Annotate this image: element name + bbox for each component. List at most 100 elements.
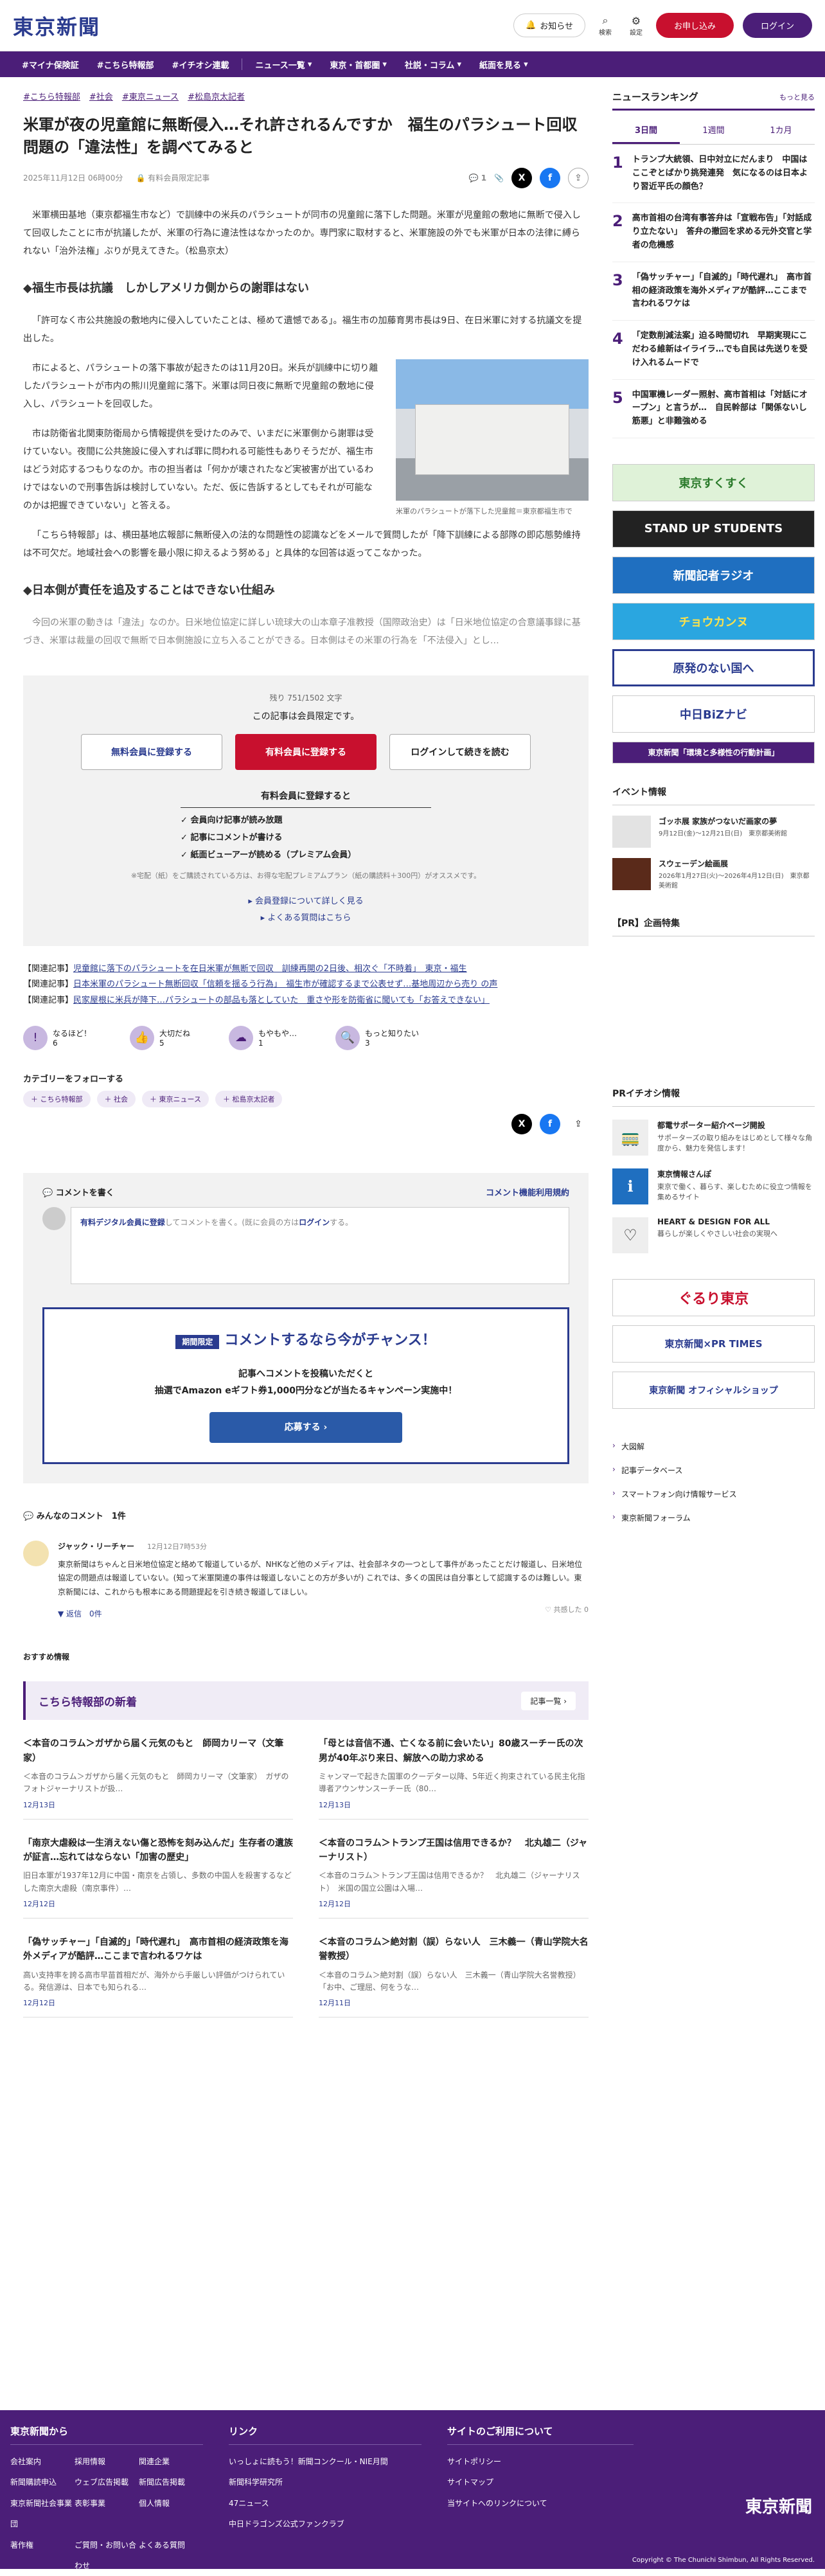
footer-link[interactable]: 新聞購読申込: [10, 2472, 75, 2492]
related-link[interactable]: 民家屋根に米兵が降下…パラシュートの部品も落としていた 重さや形を防衛省に聞いて…: [73, 996, 490, 1005]
footer-link[interactable]: 著作権: [10, 2535, 75, 2576]
x-share-icon[interactable]: X: [511, 1113, 532, 1134]
tab-3days[interactable]: 3日間: [612, 117, 680, 144]
ranking-item[interactable]: 1 トランプ大統領、日中対立にだんまり 中国はここぞとばかり挑発連発 気になるのは…: [612, 145, 815, 204]
footer-link[interactable]: サイトマップ: [447, 2472, 634, 2492]
campaign-apply-button[interactable]: 応募する ›: [209, 1411, 402, 1443]
nav-item-tokuhobu[interactable]: #こちら特報部: [88, 58, 163, 71]
footer-link[interactable]: 採用情報: [75, 2451, 139, 2472]
nav-item-tokyo[interactable]: 東京・首都圏 ▾: [321, 58, 396, 71]
tag-link[interactable]: #東京ニュース: [122, 90, 179, 102]
reaction-taisetsu[interactable]: 👍 大切だね 5: [130, 1025, 190, 1050]
nav-item-ichioshi[interactable]: #イチオシ連載: [163, 58, 238, 71]
news-card[interactable]: ＜本音のコラム＞トランプ王国は信用できるか？ 北丸雄二（ジャーナリスト） ＜本音の…: [319, 1820, 589, 1919]
notify-button[interactable]: 🔔 お知らせ: [513, 13, 585, 37]
login-continue-button[interactable]: ログインして続きを読む: [389, 733, 531, 770]
comment-input[interactable]: 有料デジタル会員に登録してコメントを書く。(既に会員の方はログインする。: [71, 1206, 569, 1284]
ranking-item[interactable]: 2 高市首相の台湾有事答弁は「宣戦布告」「対話成り立たない」 答弁の撤回を求める元…: [612, 203, 815, 262]
helpful-button[interactable]: ♡ 共感した 0: [545, 1604, 589, 1614]
footer-link[interactable]: 中日ドラゴンズ公式ファンクラブ: [229, 2514, 421, 2534]
banner-prtimes[interactable]: 東京新聞×PR TIMES: [612, 1325, 815, 1363]
footer-link[interactable]: よくある質問: [139, 2535, 203, 2576]
paid-register-button[interactable]: 有料会員に登録する: [235, 733, 377, 770]
footer-link[interactable]: 個人情報: [139, 2493, 203, 2535]
banner-sukusuku[interactable]: 東京すくすく: [612, 463, 815, 501]
apply-button[interactable]: お申し込み: [655, 13, 734, 38]
news-card[interactable]: 「南京大虐殺は一生消えない傷と恐怖を刻み込んだ」生存者の遺族が証言…忘れてはなら…: [23, 1820, 293, 1919]
banner-genpatsu[interactable]: 原発のない国へ: [612, 648, 815, 686]
ranking-item[interactable]: 5 中国軍機レーダー照射、高市首相は「対話にオープン」と言うが… 自民幹部は「関係…: [612, 380, 815, 438]
footer-link[interactable]: 東京新聞社会事業団: [10, 2493, 75, 2535]
news-card[interactable]: 「母とは音信不通、亡くなる前に会いたい」80歳スーチー氏の次男が40年ぶり来日、…: [319, 1720, 589, 1820]
pr-item[interactable]: ℹ 東京情報さんぽ 東京で働く、暮らす、楽しむために役立つ情報を集めるサイト: [612, 1168, 815, 1204]
sidebar-link[interactable]: 東京新聞フォーラム: [612, 1506, 815, 1530]
share-icon[interactable]: ⇪: [568, 167, 589, 188]
login-link[interactable]: ログイン: [299, 1218, 330, 1227]
pr-item[interactable]: 🚃 都電サポーター紹介ページ開設 サポーターズの取り組みをはじめとして様々な角度から…: [612, 1119, 815, 1156]
tab-1month[interactable]: 1カ月: [747, 117, 815, 144]
share-icon[interactable]: ⇪: [568, 1114, 589, 1134]
sidebar-link[interactable]: 記事データベース: [612, 1458, 815, 1482]
footer-link[interactable]: 関連企業: [139, 2451, 203, 2472]
x-share-icon[interactable]: X: [511, 167, 532, 188]
pr-item[interactable]: ♡ HEART & DESIGN FOR ALL 暮らしが楽しくやさしい社会の実現へ: [612, 1217, 815, 1253]
tag-link[interactable]: #こちら特報部: [23, 90, 80, 102]
comment-rules-link[interactable]: コメント機能利用規約: [486, 1186, 569, 1198]
nav-item-editorial[interactable]: 社説・コラム ▾: [396, 58, 470, 71]
news-card[interactable]: ＜本音のコラム＞絶対割（誤）らない人 三木義一（青山学院大名誉教授） ＜本音のコラ…: [319, 1919, 589, 2017]
search-button[interactable]: ⌕ 検索: [594, 14, 616, 37]
reaction-moyamoya[interactable]: ☁ もやもや… 1: [229, 1025, 297, 1050]
footer-link[interactable]: ご質問・お問い合わせ: [75, 2535, 139, 2576]
follow-tag-button[interactable]: ＋ 社会: [96, 1090, 136, 1107]
free-register-button[interactable]: 無料会員に登録する: [81, 733, 222, 770]
ranking-more-link[interactable]: もっと見る: [779, 92, 815, 102]
banner-shop[interactable]: 東京新聞 オフィシャルショップ: [612, 1371, 815, 1409]
ranking-item[interactable]: 4 「定数削減法案」迫る時間切れ 早期実現にこだわる維新はイライラ…でも自民は先送…: [612, 321, 815, 380]
footer-link[interactable]: ウェブ広告掲載: [75, 2472, 139, 2492]
follow-tag-button[interactable]: ＋ こちら特報部: [23, 1090, 91, 1107]
related-link[interactable]: 児童館に落下のパラシュートを在日米軍が無断で回収 訓練再開の2日後、相次ぐ「不時…: [73, 964, 467, 974]
nav-item-myna[interactable]: #マイナ保険証: [13, 58, 88, 71]
reaction-motto[interactable]: 🔍 もっと知りたい 3: [335, 1025, 419, 1050]
news-card[interactable]: 「偽サッチャー」「自滅的」「時代遅れ」 高市首相の経済政策を海外メディアが酷評……: [23, 1919, 293, 2017]
event-item[interactable]: スウェーデン絵画展 2026年1月27日(火)～2026年4月12日(日) 東京都…: [612, 857, 815, 891]
news-card[interactable]: ＜本音のコラム＞ガザから届く元気のもと 師岡カリーマ（文筆家） ＜本音のコラム＞ガ…: [23, 1720, 293, 1820]
facebook-share-icon[interactable]: f: [540, 167, 560, 188]
tag-link[interactable]: #松島京太記者: [188, 90, 245, 102]
tab-1week[interactable]: 1週間: [680, 117, 747, 144]
reply-toggle[interactable]: ▼ 返信 0件: [58, 1608, 102, 1619]
register-info-link[interactable]: ▸ 会員登録について詳しく見る: [42, 893, 569, 910]
comment-count-button[interactable]: 💬 1: [469, 174, 486, 183]
event-item[interactable]: ゴッホ展 家族がつないだ画家の夢 9月12日(金)～12月21日(日) 東京都美術…: [612, 815, 815, 848]
follow-tag-button[interactable]: ＋ 松島京太記者: [215, 1090, 283, 1107]
article-list-button[interactable]: 記事一覧 ›: [521, 1691, 576, 1710]
related-link[interactable]: 日本米軍のパラシュート無断回収「信頼を揺るう行為」 福生市が確認するまで公表せず…: [73, 979, 497, 989]
banner-bizna[interactable]: 中日BiZナビ: [612, 695, 815, 733]
footer-link[interactable]: 会社案内: [10, 2451, 75, 2472]
ranking-item[interactable]: 3 「偽サッチャー」「自滅的」「時代遅れ」 高市首相の経済政策を海外メディアが酷評…: [612, 262, 815, 321]
footer-logo[interactable]: 東京新聞: [745, 2494, 812, 2518]
tag-link[interactable]: #社会: [89, 90, 113, 102]
nav-item-news-list[interactable]: ニュース一覧 ▾: [246, 58, 321, 71]
footer-link[interactable]: サイトポリシー: [447, 2451, 634, 2472]
site-logo[interactable]: 東京新聞: [13, 11, 100, 40]
footer-link[interactable]: 当サイトへのリンクについて: [447, 2493, 634, 2514]
footer-link[interactable]: 新聞科学研究所: [229, 2472, 421, 2492]
login-button[interactable]: ログイン: [742, 13, 812, 38]
settings-button[interactable]: ⚙ 設定: [625, 15, 647, 37]
sidebar-link[interactable]: 大図解: [612, 1435, 815, 1458]
footer-link[interactable]: いっしょに読もう！新聞コンクール・NIE月間: [229, 2451, 421, 2472]
reaction-naruhodo[interactable]: ! なるほど！ 6: [23, 1025, 91, 1050]
banner-standup[interactable]: STAND UP STUDENTS: [612, 510, 815, 548]
faq-link[interactable]: ▸ よくある質問はこちら: [42, 910, 569, 927]
clip-icon[interactable]: 📎: [494, 174, 504, 183]
follow-tag-button[interactable]: ＋ 東京ニュース: [142, 1090, 209, 1107]
footer-link[interactable]: 47ニュース: [229, 2493, 421, 2514]
footer-link[interactable]: 新聞広告掲載: [139, 2472, 203, 2492]
banner-choukannu[interactable]: チョウカンヌ: [612, 602, 815, 640]
footer-link[interactable]: 表彰事業: [75, 2493, 139, 2535]
facebook-share-icon[interactable]: f: [540, 1113, 560, 1134]
article-photo[interactable]: [396, 359, 589, 501]
banner-gururi[interactable]: ぐるり東京: [612, 1278, 815, 1316]
banner-radio[interactable]: 新聞記者ラジオ: [612, 556, 815, 594]
